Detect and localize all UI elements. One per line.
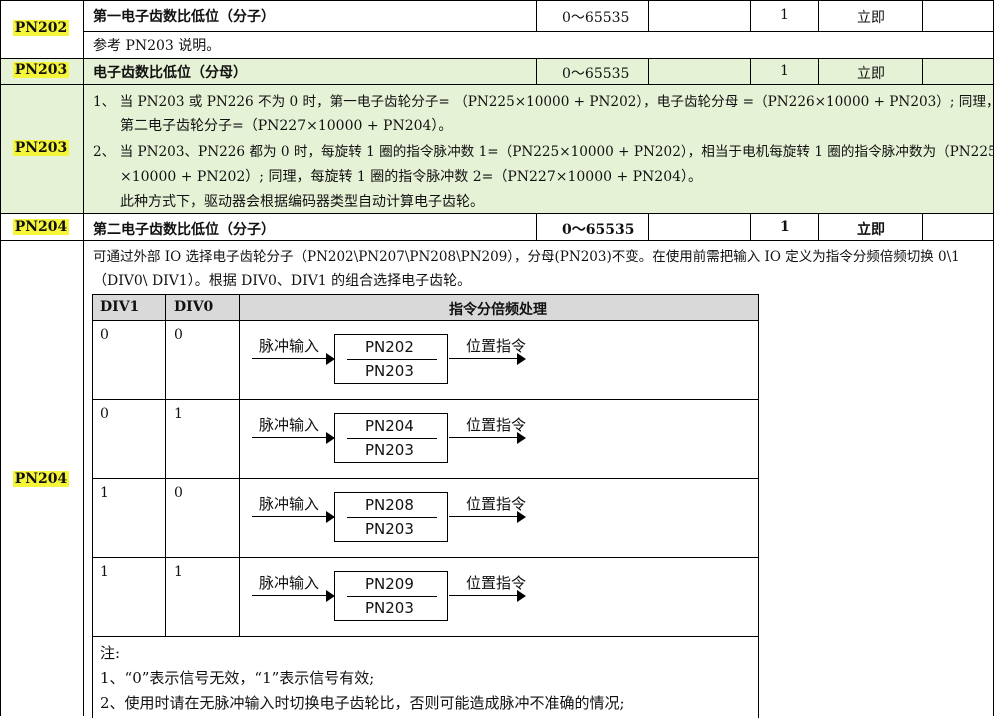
position-command-label: 位置指令 <box>466 416 527 434</box>
pn204-effect: 立即 <box>857 222 885 238</box>
row4-div1: 1 <box>100 564 109 580</box>
gear-ratio-box: PN209 PN203 <box>334 571 448 621</box>
numerator: PN209 <box>365 575 414 593</box>
header-processing: 指令分倍频处理 <box>449 302 547 318</box>
gear-ratio-box: PN202 PN203 <box>334 334 448 384</box>
denominator: PN203 <box>365 362 414 380</box>
pn204-desc-line-1: 可通过外部 IO 选择电子齿轮分子（PN202\PN207\PN208\PN20… <box>93 249 960 265</box>
pulse-input-label: 脉冲输入 <box>259 337 320 355</box>
gear-diagram-3: 脉冲输入 PN208 PN203 位置指令 <box>252 488 552 548</box>
row1-div0: 0 <box>174 327 183 343</box>
denominator: PN203 <box>365 441 414 459</box>
note-item-2: 2、使用时请在无脉冲输入时切换电子齿轮比，否则可能造成脉冲不准确的情况; <box>100 694 625 712</box>
row1-div1: 0 <box>100 327 109 343</box>
pn204-range: 0～65535 <box>562 222 635 238</box>
row2-div0: 1 <box>174 406 183 422</box>
gear-ratio-box: PN204 PN203 <box>334 413 448 463</box>
position-command-label: 位置指令 <box>466 337 527 355</box>
denominator: PN203 <box>365 599 414 617</box>
gear-ratio-box: PN208 PN203 <box>334 492 448 542</box>
numerator: PN204 <box>365 417 414 435</box>
gear-diagram-4: 脉冲输入 PN209 PN203 位置指令 <box>252 567 552 627</box>
pn203-default: 1 <box>780 63 789 79</box>
pn203-desc-line-2: 第二电子齿轮分子=（PN227×10000 + PN204）。 <box>120 118 453 134</box>
pulse-input-label: 脉冲输入 <box>259 416 320 434</box>
pn203-desc-line-3: 2、 当 PN203、PN226 都为 0 时，每旋转 1 圈的指令脉冲数 1=… <box>93 144 994 160</box>
row2-div1: 0 <box>100 406 109 422</box>
pn202-effect: 立即 <box>857 10 885 26</box>
pn204-name: 第二电子齿数比低位（分子） <box>93 222 275 238</box>
denominator: PN203 <box>365 520 414 538</box>
pn203-desc-line-1: 1、 当 PN203 或 PN226 不为 0 时，第一电子齿轮分子= （PN2… <box>93 94 994 110</box>
notes-title: 注: <box>100 644 121 662</box>
gear-diagram-2: 脉冲输入 PN204 PN203 位置指令 <box>252 409 552 469</box>
header-div1: DIV1 <box>100 299 140 315</box>
pn204-default: 1 <box>780 219 790 235</box>
pn203-effect: 立即 <box>857 66 885 82</box>
row3-div1: 1 <box>100 485 109 501</box>
pn203-desc-line-4: ×10000 + PN202）; 同理，每旋转 1 圈的指令脉冲数 2=（PN2… <box>120 169 703 185</box>
numerator: PN202 <box>365 338 414 356</box>
pn202-name: 第一电子齿数比低位（分子） <box>93 9 275 25</box>
pn203-param: PN203 <box>12 62 70 78</box>
header-div0: DIV0 <box>174 299 214 315</box>
pulse-input-label: 脉冲输入 <box>259 495 320 513</box>
pn202-desc: 参考 PN203 说明。 <box>93 38 221 54</box>
numerator: PN208 <box>365 496 414 514</box>
note-item-1: 1、“0”表示信号无效，“1”表示信号有效; <box>100 669 375 687</box>
div-selection-table: DIV1 DIV0 指令分倍频处理 0 0 0 1 1 0 1 1 脉冲输入 P… <box>92 294 759 718</box>
pn204-param: PN204 <box>12 219 70 235</box>
pn204-desc-param: PN204 <box>12 471 70 487</box>
pn203-desc-param: PN203 <box>12 140 70 156</box>
pn202-param: PN202 <box>12 20 70 36</box>
row4-div0: 1 <box>174 564 183 580</box>
pn202-range: 0～65535 <box>562 10 630 26</box>
position-command-label: 位置指令 <box>466 495 527 513</box>
gear-diagram-1: 脉冲输入 PN202 PN203 位置指令 <box>252 330 552 390</box>
position-command-label: 位置指令 <box>466 574 527 592</box>
pn202-default: 1 <box>780 7 789 23</box>
pn203-desc-line-5: 此种方式下，驱动器会根据编码器类型自动计算电子齿轮。 <box>120 194 484 210</box>
pn204-desc-line-2: （DIV0\ DIV1）。根据 DIV0、DIV1 的组合选择电子齿轮。 <box>93 273 472 289</box>
pn203-range: 0～65535 <box>562 66 630 82</box>
pn203-name: 电子齿数比低位（分母） <box>93 65 247 81</box>
row3-div0: 0 <box>174 485 183 501</box>
pulse-input-label: 脉冲输入 <box>259 574 320 592</box>
